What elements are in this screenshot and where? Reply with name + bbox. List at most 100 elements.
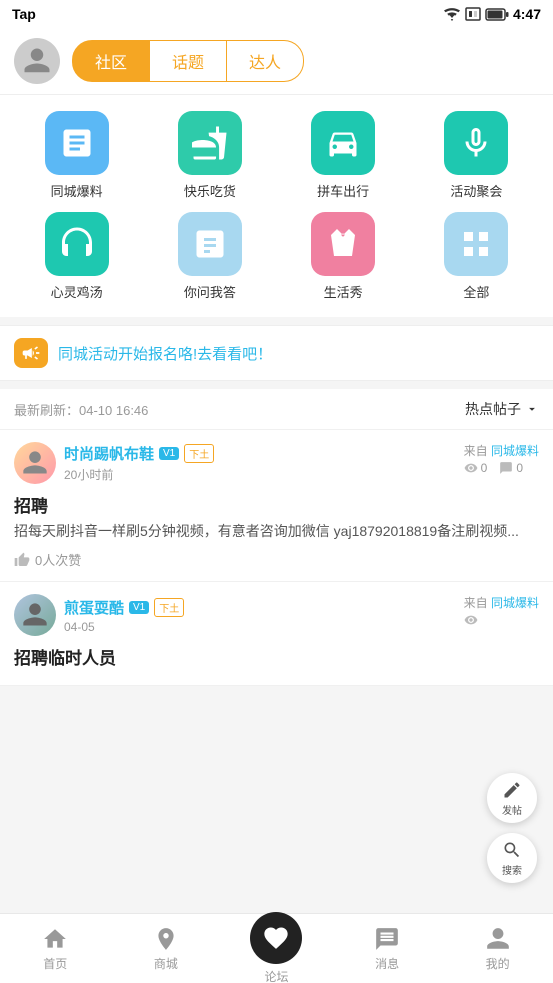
food-icon xyxy=(192,125,228,161)
category-icon-soul-soup xyxy=(45,212,109,276)
nav-home[interactable]: 首页 xyxy=(0,914,111,983)
category-icon-qa xyxy=(178,212,242,276)
post-1-user-info: 时尚踢帆布鞋 V1 下土 20小时前 xyxy=(14,442,214,484)
announcement-bar[interactable]: 同城活动开始报名咯!去看看吧！ xyxy=(0,325,553,381)
category-carpool[interactable]: 拼车出行 xyxy=(277,111,410,200)
category-life-show[interactable]: 生活秀 xyxy=(277,212,410,301)
nav-forum-label: 论坛 xyxy=(264,968,288,983)
post-2-stats xyxy=(464,613,539,627)
post-2-badge-level: 下土 xyxy=(154,598,184,617)
sim-icon xyxy=(465,7,481,21)
wifi-icon xyxy=(443,7,461,21)
category-icon-all xyxy=(444,212,508,276)
fab-search-btn[interactable]: 搜索 xyxy=(487,833,537,883)
nav-messages-label: 消息 xyxy=(375,955,399,972)
announce-text: 同城活动开始报名咯!去看看吧！ xyxy=(58,343,272,364)
eye-icon xyxy=(464,461,478,475)
feed-filter-btn[interactable]: 热点帖子 xyxy=(465,399,539,419)
status-bar-right: 4:47 xyxy=(443,6,541,22)
post-2-source-area: 来自 同城爆料 xyxy=(464,594,539,627)
category-icon-carpool xyxy=(311,111,375,175)
nav-profile[interactable]: 我的 xyxy=(442,914,553,983)
category-icon-events xyxy=(444,111,508,175)
post-2-source: 来自 同城爆料 xyxy=(464,594,539,611)
post-card-2[interactable]: 煎蛋耍酷 V1 下土 04-05 来自 同城爆料 xyxy=(0,582,553,686)
person-avatar-icon xyxy=(21,601,49,629)
post-card-1[interactable]: 时尚踢帆布鞋 V1 下土 20小时前 来自 同城爆料 0 xyxy=(0,430,553,582)
dress-icon xyxy=(325,226,361,262)
nav-forum-btn[interactable] xyxy=(250,912,302,964)
category-label-local-news: 同城爆料 xyxy=(51,181,103,200)
eye-icon-2 xyxy=(464,613,478,627)
post-1-source: 来自 同城爆料 xyxy=(464,442,539,459)
megaphone-icon xyxy=(21,343,41,363)
nav-shop[interactable]: 商城 xyxy=(111,914,222,983)
category-qa[interactable]: 你问我答 xyxy=(143,212,276,301)
post-2-username: 煎蛋耍酷 xyxy=(64,597,124,618)
mic-icon xyxy=(458,125,494,161)
category-grid: 同城爆料 快乐吃货 拼车出行 活动聚会 xyxy=(10,111,543,301)
post-2-user-info: 煎蛋耍酷 V1 下土 04-05 xyxy=(14,594,184,636)
fab-container: 发帖 搜索 xyxy=(487,773,537,883)
category-events[interactable]: 活动聚会 xyxy=(410,111,543,200)
tab-community[interactable]: 社区 xyxy=(72,40,150,82)
category-icon-life-show xyxy=(311,212,375,276)
announce-icon xyxy=(14,338,48,368)
post-1-source-link[interactable]: 同城爆料 xyxy=(491,444,539,458)
baby-avatar-icon xyxy=(21,449,49,477)
time: 4:47 xyxy=(513,6,541,22)
headphones-icon xyxy=(59,226,95,262)
nav-forum-center: 论坛 xyxy=(221,912,332,983)
category-soul-soup[interactable]: 心灵鸡汤 xyxy=(10,212,143,301)
car-icon xyxy=(325,125,361,161)
chevron-down-icon xyxy=(525,402,539,416)
category-all[interactable]: 全部 xyxy=(410,212,543,301)
comment-icon xyxy=(499,461,513,475)
post-1-comments: 0 xyxy=(499,461,523,475)
feed-timestamp: 最新刷新：04-10 16:46 xyxy=(14,400,148,419)
post-2-source-link[interactable]: 同城爆料 xyxy=(491,596,539,610)
post-2-views xyxy=(464,613,478,627)
nav-forum-wrapper[interactable]: 论坛 xyxy=(250,912,302,983)
tab-expert[interactable]: 达人 xyxy=(227,40,304,82)
category-local-news[interactable]: 同城爆料 xyxy=(10,111,143,200)
user-avatar[interactable] xyxy=(14,38,60,84)
shop-icon xyxy=(153,926,179,952)
app-name: Tap xyxy=(12,6,36,22)
feed-section: 最新刷新：04-10 16:46 热点帖子 时尚踢帆布鞋 V1 下土 xyxy=(0,389,553,686)
post-1-time: 20小时前 xyxy=(64,466,214,483)
fab-search-label: 搜索 xyxy=(502,862,522,877)
feed-filter-label: 热点帖子 xyxy=(465,399,521,419)
status-bar: Tap 4:47 xyxy=(0,0,553,28)
category-label-life-show: 生活秀 xyxy=(324,282,363,301)
post-2-badge-v1: V1 xyxy=(129,601,149,614)
avatar-icon xyxy=(22,46,52,76)
category-label-soul-soup: 心灵鸡汤 xyxy=(51,282,103,301)
header: 社区 话题 达人 xyxy=(0,28,553,95)
nav-home-label: 首页 xyxy=(43,955,67,972)
post-2-username-row: 煎蛋耍酷 V1 下土 xyxy=(64,597,184,618)
post-1-body: 招每天刷抖音一样刷5分钟视频，有意者咨询加微信 yaj18792018819备注… xyxy=(14,521,539,542)
post-2-avatar xyxy=(14,594,56,636)
main-tab-group: 社区 话题 达人 xyxy=(72,40,304,82)
category-label-all: 全部 xyxy=(463,282,489,301)
category-icon-food xyxy=(178,111,242,175)
tab-topic[interactable]: 话题 xyxy=(150,40,227,82)
message-icon xyxy=(374,926,400,952)
nav-messages[interactable]: 消息 xyxy=(332,914,443,983)
post-1-stats: 0 0 xyxy=(464,461,539,475)
fab-post-label: 发帖 xyxy=(502,802,522,817)
post-1-title: 招聘 xyxy=(14,492,539,517)
post-1-likes: 0人次赞 xyxy=(14,550,539,569)
post-1-header: 时尚踢帆布鞋 V1 下土 20小时前 来自 同城爆料 0 xyxy=(14,442,539,484)
category-food[interactable]: 快乐吃货 xyxy=(143,111,276,200)
profile-icon xyxy=(485,926,511,952)
search-icon xyxy=(502,840,522,860)
post-2-meta: 煎蛋耍酷 V1 下土 04-05 xyxy=(64,597,184,634)
feed-header: 最新刷新：04-10 16:46 热点帖子 xyxy=(0,389,553,430)
post-1-avatar xyxy=(14,442,56,484)
bottom-nav: 首页 商城 论坛 消息 我的 xyxy=(0,913,553,983)
fab-post-btn[interactable]: 发帖 xyxy=(487,773,537,823)
post-1-username: 时尚踢帆布鞋 xyxy=(64,443,154,464)
post-1-badge-v1: V1 xyxy=(159,447,179,460)
